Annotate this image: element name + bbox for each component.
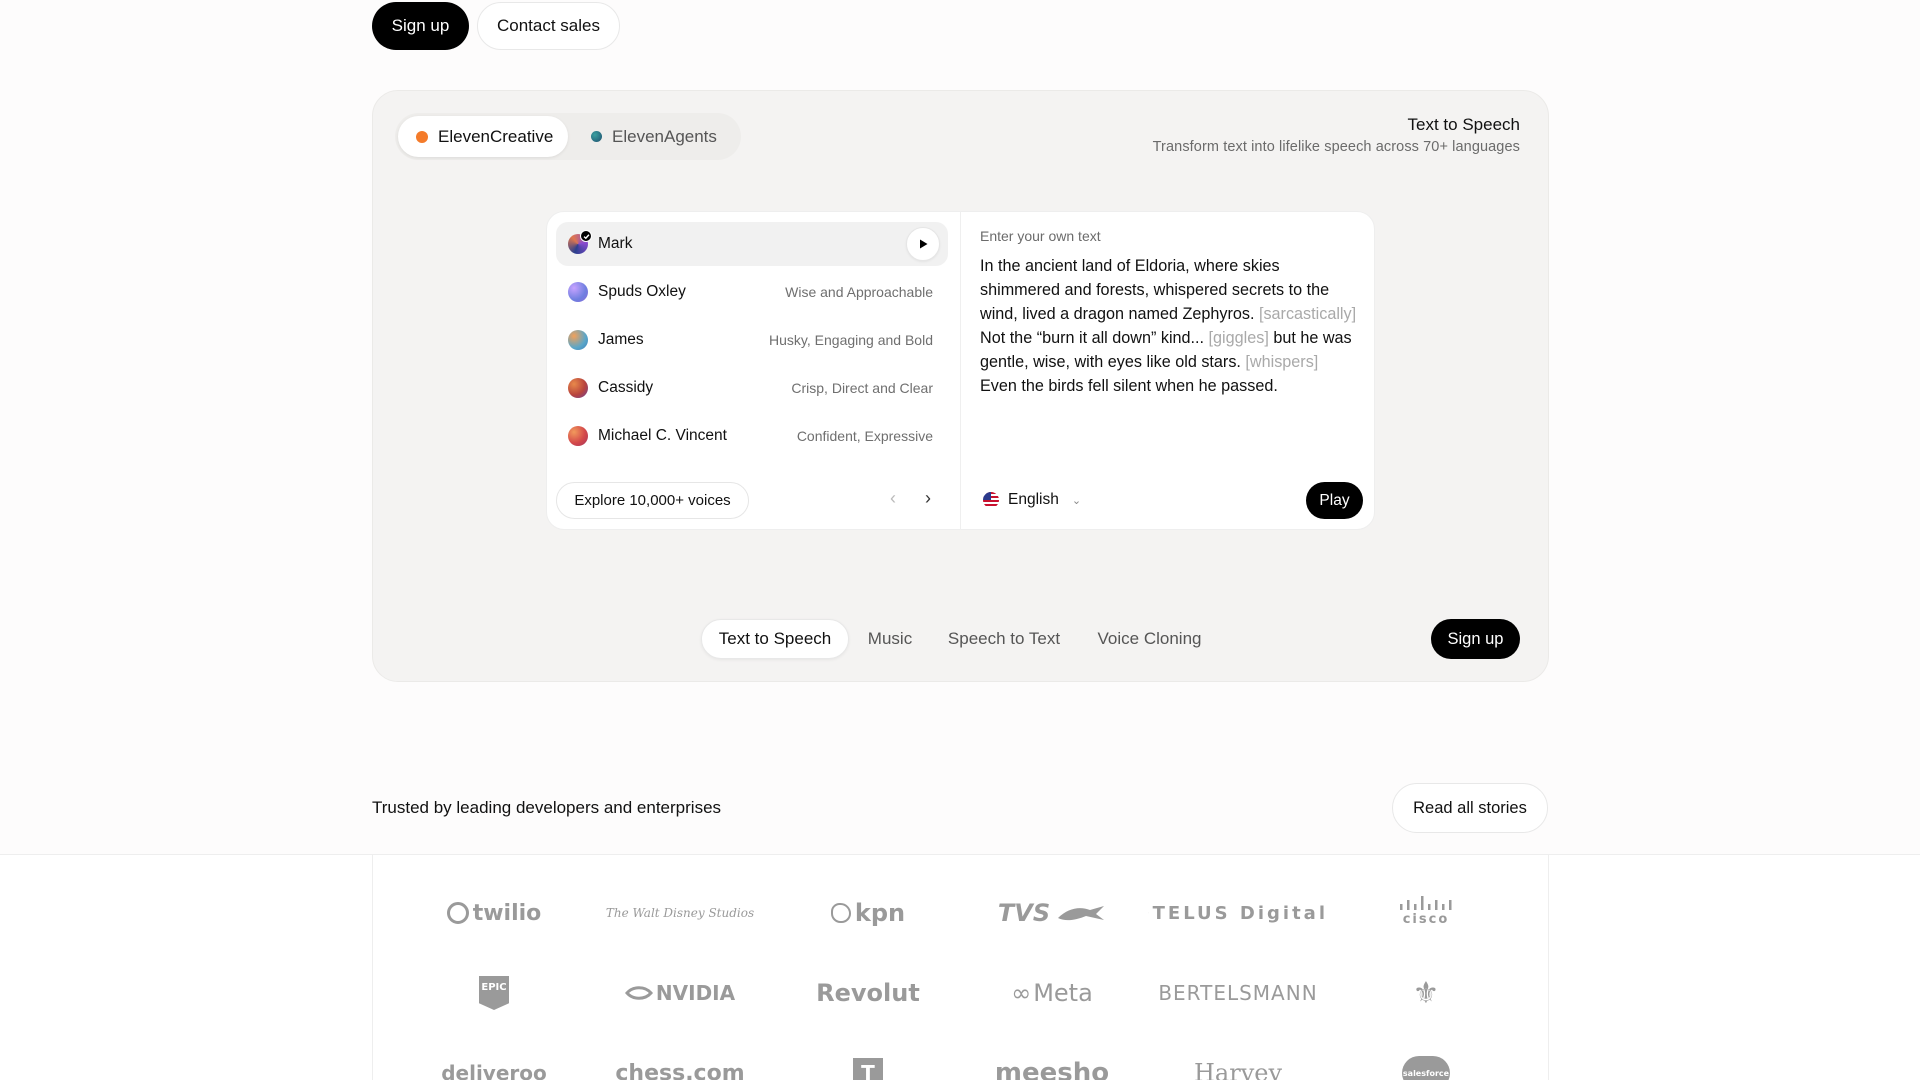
logo-nvidia: NVIDIA: [590, 968, 770, 1018]
tab-music[interactable]: Music: [857, 619, 923, 659]
logo-text: cisco: [1402, 911, 1450, 927]
avatar: [568, 330, 588, 350]
contact-sales-button[interactable]: Contact sales: [477, 2, 620, 50]
play-button[interactable]: Play: [1306, 482, 1363, 519]
logo-text: NVIDIA: [655, 981, 736, 1005]
horse-icon: [1058, 906, 1105, 921]
signup-button-bottom[interactable]: Sign up: [1431, 619, 1520, 659]
cisco-bars-icon: [1400, 895, 1452, 910]
voice-description: Crisp, Direct and Clear: [791, 380, 933, 396]
logo-text: kpn: [854, 899, 906, 927]
nvidia-eye-icon: [624, 986, 653, 1000]
prev-page-button[interactable]: ‹: [890, 488, 896, 509]
tab-elevencreative[interactable]: ElevenCreative: [398, 116, 568, 157]
voice-name: Cassidy: [598, 379, 654, 396]
voice-row-cassidy[interactable]: Cassidy Crisp, Direct and Clear: [556, 366, 948, 410]
card-divider: [960, 211, 961, 530]
explore-voices-button[interactable]: Explore 10,000+ voices: [556, 482, 749, 519]
twilio-icon: [446, 902, 469, 924]
read-all-stories-button[interactable]: Read all stories: [1392, 783, 1548, 833]
logo-text: EPIC: [479, 976, 509, 1010]
logo-deliveroo: deliveroo: [441, 1061, 547, 1080]
us-flag-icon: [983, 492, 999, 508]
logo-kpn: kpn: [778, 888, 958, 938]
telus-icon: [1148, 912, 1149, 914]
voice-name: Michael C. Vincent: [598, 427, 727, 444]
kpn-icon: [830, 903, 851, 923]
voice-description: Confident, Expressive: [796, 428, 933, 444]
logo-text: TELUS Digital: [1152, 902, 1328, 924]
tab-text-to-speech[interactable]: Text to Speech: [701, 619, 849, 659]
elevencreative-label: ElevenCreative: [438, 126, 554, 146]
language-label: English: [1008, 491, 1059, 508]
chevron-down-icon: ⌄: [1071, 494, 1082, 507]
voice-description: Wise and Approachable: [785, 284, 933, 300]
story-text: Not the “burn it all down” kind...: [980, 329, 1205, 347]
text-input-area[interactable]: In the ancient land of Eldoria, where sk…: [980, 254, 1358, 398]
next-page-button[interactable]: ›: [925, 488, 931, 509]
tab-speech-to-text[interactable]: Speech to Text: [938, 619, 1070, 659]
audio-tag: [giggles]: [1208, 329, 1269, 347]
voice-row-mark[interactable]: Mark: [556, 222, 948, 266]
voice-name: Spuds Oxley: [598, 283, 686, 300]
check-icon: [580, 230, 592, 242]
elevenagents-label: ElevenAgents: [612, 126, 717, 146]
logo-chess: chess.com: [615, 1060, 745, 1080]
language-select[interactable]: English ⌄: [983, 491, 1081, 509]
logo-cisco: cisco: [1336, 886, 1516, 936]
elevenagents-dot-icon: [591, 131, 602, 142]
logo-bertelsmann: BERTELSMANN: [1158, 981, 1318, 1005]
voice-row-spuds-oxley[interactable]: Spuds Oxley Wise and Approachable: [556, 270, 948, 314]
play-voice-button[interactable]: [906, 227, 940, 261]
logo-text: TVS: [997, 899, 1051, 927]
logo-text: salesforce: [1402, 1056, 1450, 1080]
logo-text: twilio: [472, 900, 542, 926]
signup-button-top[interactable]: Sign up: [372, 2, 469, 50]
logo-trident: ⚜: [1412, 975, 1440, 1011]
tab-voice-cloning[interactable]: Voice Cloning: [1087, 619, 1212, 659]
text-input-label: Enter your own text: [980, 228, 1101, 244]
product-switcher: ElevenCreative ElevenAgents: [395, 113, 741, 160]
logo-disney: The Walt Disney Studios: [605, 906, 755, 920]
tab-elevenagents[interactable]: ElevenAgents: [573, 116, 738, 157]
voice-name: James: [598, 331, 644, 348]
panel-subtitle: Transform text into lifelike speech acro…: [1152, 139, 1520, 155]
logo-revolut: Revolut: [816, 979, 920, 1007]
trusted-heading: Trusted by leading developers and enterp…: [372, 798, 722, 817]
voice-row-michael-c-vincent[interactable]: Michael C. Vincent Confident, Expressive: [556, 414, 948, 458]
logo-text: Meta: [1033, 979, 1093, 1007]
logo-harvey: Harvey: [1193, 1059, 1283, 1080]
meta-infinity-icon: ∞: [1011, 979, 1032, 1007]
voice-description: Husky, Engaging and Bold: [769, 332, 933, 348]
panel-title: Text to Speech: [1407, 115, 1520, 134]
avatar: [568, 282, 588, 302]
logo-t: T: [778, 1048, 958, 1080]
story-text: Even the birds fell silent when he passe…: [980, 377, 1278, 395]
audio-tag: [whispers]: [1245, 353, 1319, 371]
logo-text: T: [853, 1058, 883, 1080]
avatar: [568, 426, 588, 446]
elevencreative-dot-icon: [416, 130, 428, 143]
voice-name: Mark: [598, 235, 633, 252]
logo-salesforce: salesforce: [1336, 1048, 1516, 1080]
logo-tvs: TVS: [962, 888, 1142, 938]
voice-row-james[interactable]: James Husky, Engaging and Bold: [556, 318, 948, 362]
avatar: [568, 378, 588, 398]
logo-telus: TELUS Digital: [1148, 888, 1328, 938]
audio-tag: [sarcastically]: [1258, 305, 1357, 323]
logo-meesho: meesho: [994, 1058, 1110, 1080]
logo-meta: ∞ Meta: [962, 968, 1142, 1018]
play-icon: [920, 239, 928, 249]
logo-epic-games: EPIC: [404, 968, 584, 1018]
logo-twilio: twilio: [404, 888, 584, 938]
